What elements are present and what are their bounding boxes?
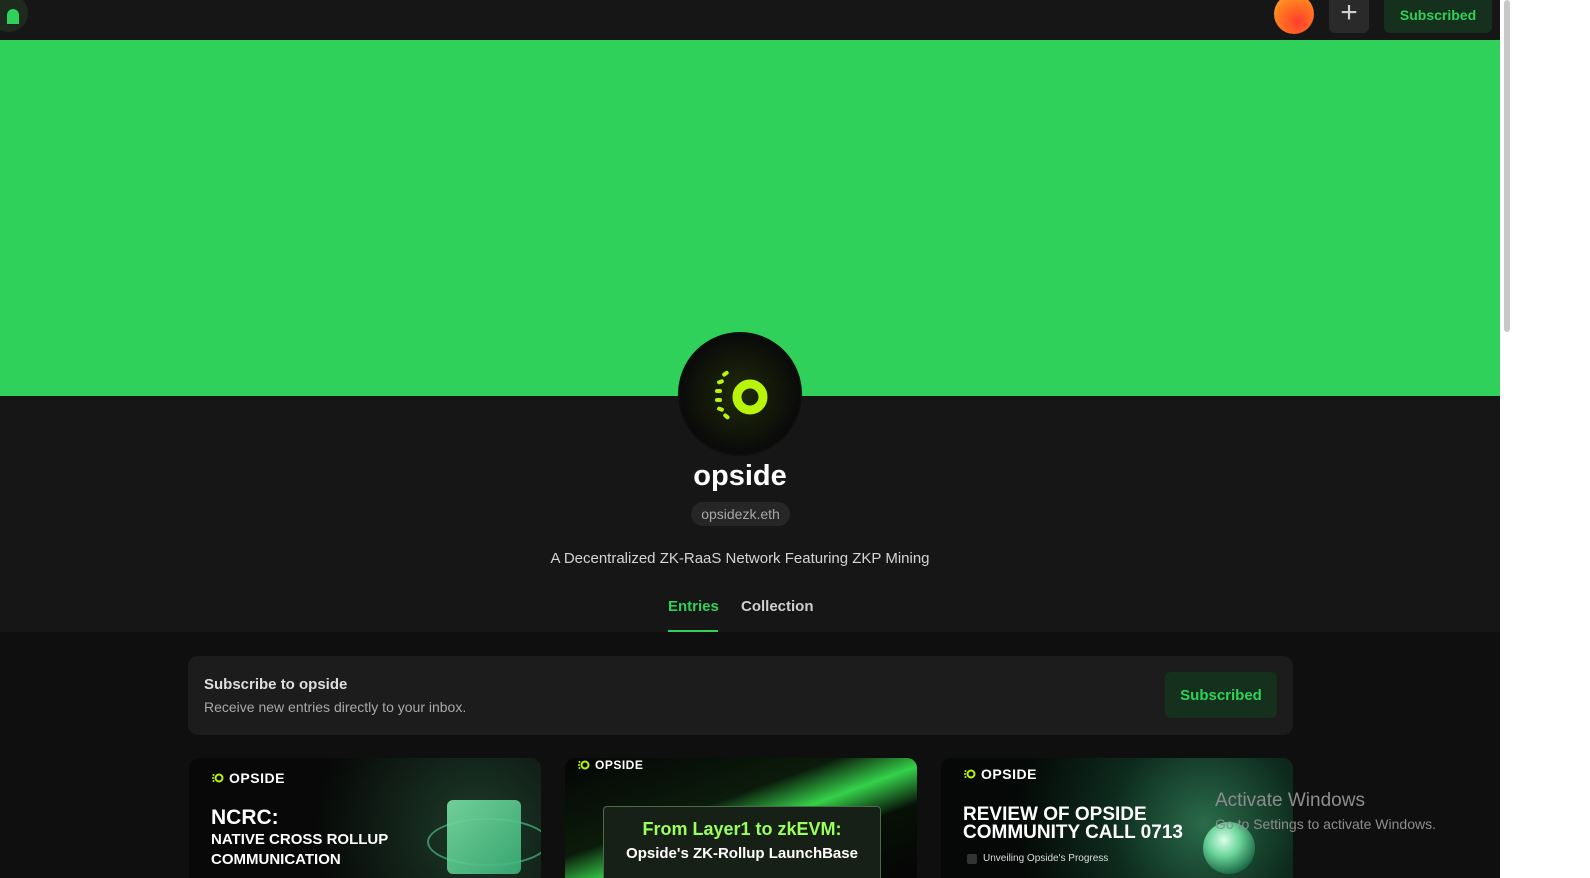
- top-bar: + Subscribed: [0, 0, 1500, 40]
- activate-windows-text: Go to Settings to activate Windows.: [1215, 816, 1436, 832]
- subscribe-card: Subscribe to opside Receive new entries …: [188, 656, 1293, 735]
- subscribe-title: Subscribe to opside: [204, 676, 348, 693]
- opside-mark-icon: [964, 769, 976, 779]
- entry-title: REVIEW OF OPSIDE COMMUNITY CALL 0713: [963, 804, 1183, 843]
- card-brand: OPSIDE: [211, 770, 285, 786]
- entry-subtitle: Unveiling Opside's Progress: [967, 853, 1108, 864]
- create-button[interactable]: +: [1329, 0, 1369, 33]
- entry-subtitle: Opside's ZK-Rollup LaunchBase: [626, 845, 858, 862]
- tab-collection[interactable]: Collection: [741, 598, 814, 632]
- entry-banner: From Layer1 to zkEVM: Opside's ZK-Rollup…: [603, 806, 881, 878]
- entry-subtitle: NATIVE CROSS ROLLUP COMMUNICATION: [211, 831, 388, 868]
- entry-card-layer1-zkevm[interactable]: OPSIDE From Layer1 to zkEVM: Opside's ZK…: [565, 758, 917, 878]
- card-brand: OPSIDE: [577, 758, 643, 772]
- card-brand: OPSIDE: [963, 766, 1037, 782]
- subscribe-description: Receive new entries directly to your inb…: [204, 699, 467, 715]
- entry-title: From Layer1 to zkEVM:: [642, 819, 842, 839]
- mirror-logo-icon: [7, 9, 19, 24]
- cube-graphic: [447, 800, 521, 874]
- scrollbar-thumb[interactable]: [1504, 0, 1510, 332]
- entry-card-ncrc[interactable]: OPSIDE NCRC: NATIVE CROSS ROLLUP COMMUNI…: [189, 758, 541, 878]
- opside-mark-icon: [578, 760, 590, 770]
- plus-icon: +: [1340, 0, 1358, 29]
- subscribed-button-top[interactable]: Subscribed: [1384, 0, 1492, 33]
- opside-logo-icon: [715, 370, 768, 420]
- tab-entries[interactable]: Entries: [668, 598, 719, 632]
- user-avatar[interactable]: [1274, 0, 1314, 34]
- profile-description: A Decentralized ZK-RaaS Network Featurin…: [550, 550, 930, 567]
- profile-avatar: [678, 332, 802, 456]
- subscribed-button[interactable]: Subscribed: [1165, 672, 1277, 718]
- home-logo-button[interactable]: [0, 0, 28, 32]
- window-gutter: [1500, 0, 1590, 878]
- activate-windows-title: Activate Windows: [1215, 790, 1365, 811]
- opside-mark-icon: [212, 773, 224, 783]
- profile-name: opside: [693, 460, 787, 492]
- ens-handle[interactable]: opsidezk.eth: [691, 502, 790, 526]
- entry-title: NCRC:: [211, 806, 279, 829]
- x-logo-icon: [967, 853, 977, 864]
- page: + Subscribed opside opsidezk.eth A Decen…: [0, 0, 1500, 878]
